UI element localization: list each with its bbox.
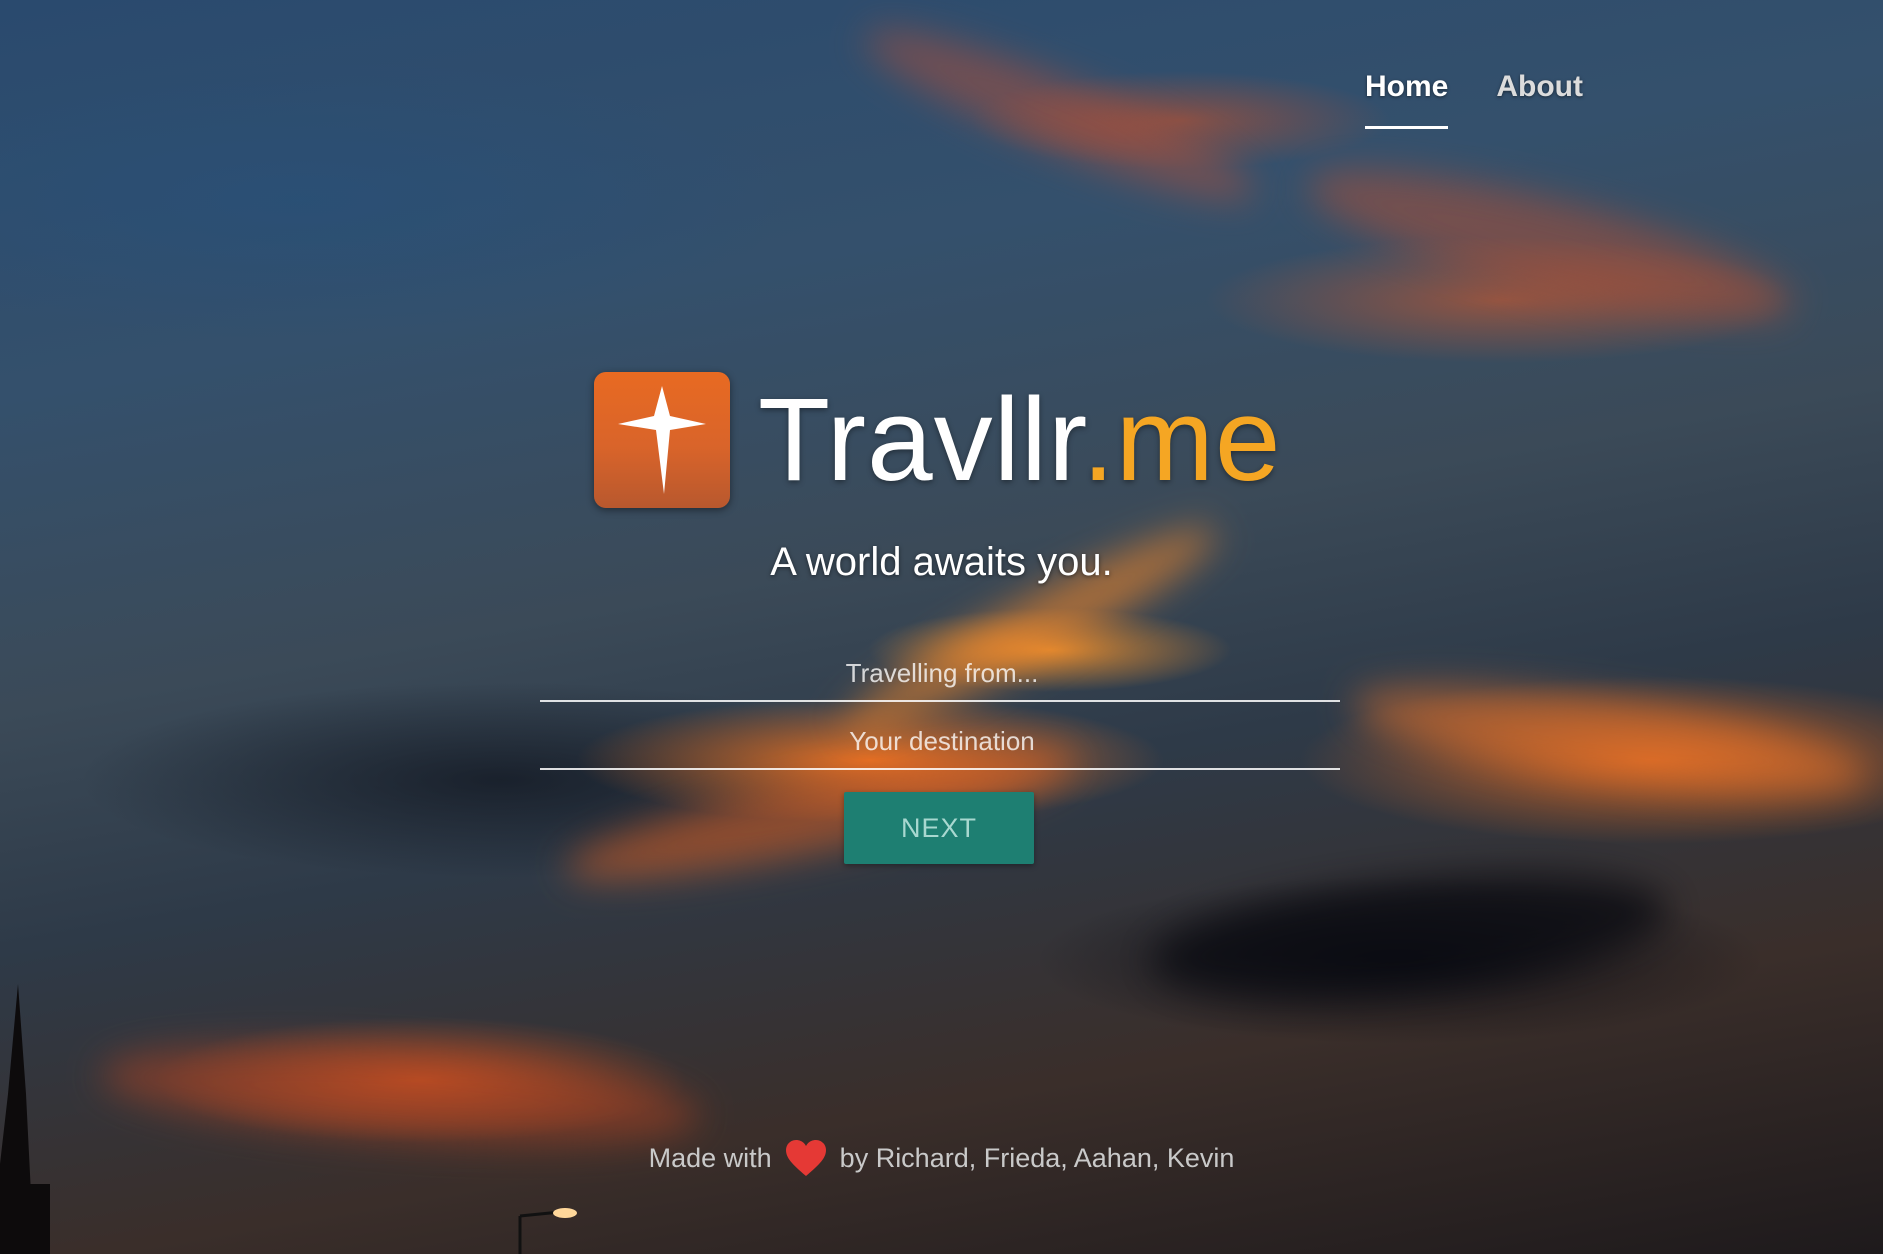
landing-page: Home About Travllr.me A world awaits you… (0, 0, 1883, 1254)
tagline: A world awaits you. (770, 540, 1113, 584)
brand-name: Travllr.me (758, 381, 1282, 499)
footer-suffix: by Richard, Frieda, Aahan, Kevin (839, 1142, 1235, 1173)
destination-field (540, 712, 1344, 770)
compass-star-icon (594, 372, 730, 508)
destination-input[interactable] (540, 712, 1344, 770)
street-lamp (518, 1208, 577, 1254)
nav-home[interactable]: Home (1365, 70, 1449, 129)
cloud-streak (1346, 664, 1874, 816)
brand-main: Travllr (758, 374, 1082, 506)
cloud-streak (1145, 853, 1675, 1017)
footer-prefix: Made with (648, 1142, 772, 1173)
brand-tld: .me (1081, 374, 1282, 506)
cloud-streak (852, 3, 1268, 227)
top-nav: Home About (1365, 70, 1583, 129)
origin-field (540, 644, 1344, 702)
next-button[interactable]: NEXT (844, 792, 1034, 864)
heart-icon (785, 1140, 826, 1176)
footer-credits: Made with by Richard, Frieda, Aahan, Kev… (0, 1138, 1883, 1178)
logo: Travllr.me (594, 372, 1282, 508)
origin-input[interactable] (540, 644, 1344, 702)
spire-silhouette (0, 984, 50, 1254)
nav-about[interactable]: About (1496, 70, 1583, 129)
cloud-streak (1296, 140, 1804, 350)
